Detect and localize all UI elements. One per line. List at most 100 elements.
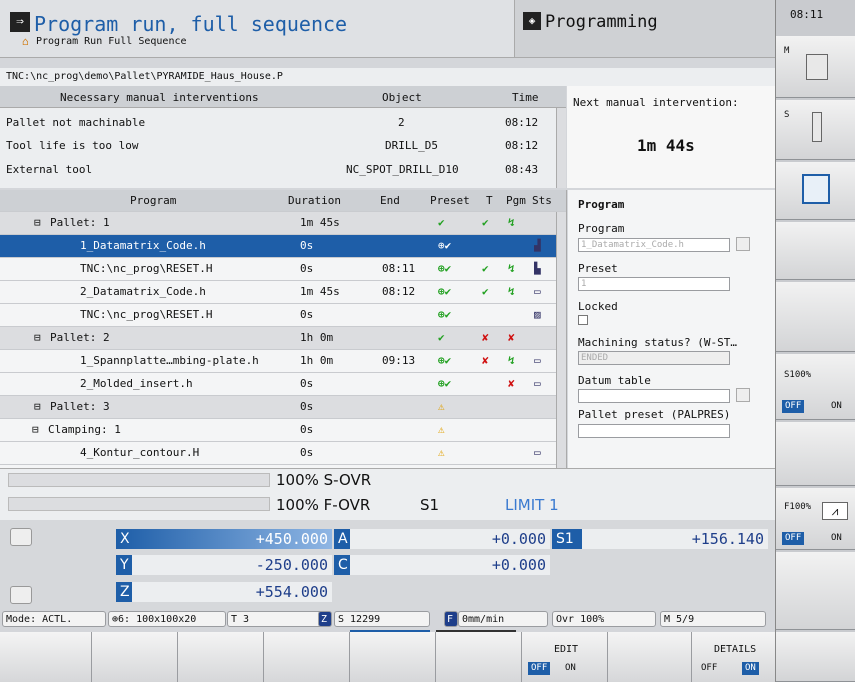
softkey-6[interactable] — [436, 632, 522, 682]
status-label: Machining status? (W-ST… — [578, 336, 737, 349]
m-function-button[interactable]: M — [776, 36, 855, 98]
sidebar-button-5[interactable] — [776, 282, 855, 352]
softkey-2[interactable] — [92, 632, 178, 682]
col-end: End — [380, 194, 400, 207]
softkey-1[interactable] — [0, 632, 92, 682]
collapse-icon[interactable]: ⊟ — [32, 419, 39, 441]
preset-status: ⚠ — [438, 423, 445, 436]
duration: 1h 0m — [300, 354, 334, 367]
pgm-status: ↯ — [508, 262, 515, 275]
program-table: Program Duration End Preset T Pgm Sts ⊟ P… — [0, 190, 567, 468]
softkey-4[interactable] — [264, 632, 350, 682]
softkey-8[interactable] — [608, 632, 692, 682]
browse-program-icon[interactable] — [736, 237, 750, 251]
table-row[interactable]: ⊟ Pallet: 1 1m 45s ✔ ✔ ↯ — [0, 212, 566, 235]
datum-field[interactable] — [578, 389, 730, 403]
duration: 1h 0m — [300, 331, 334, 344]
browse-datum-icon[interactable] — [736, 388, 750, 402]
s-function-button[interactable]: S — [776, 100, 855, 160]
axis-x-value: +450.000 — [255, 530, 328, 548]
tool-status: ✔ — [482, 285, 489, 298]
table-row[interactable]: TNC:\nc_prog\RESET.H 0s 08:11 ⊕✔ ✔ ↯ ▙ — [0, 258, 566, 281]
sts-status: ▭ — [534, 285, 541, 298]
table-row[interactable]: 1_Datamatrix_Code.h 0s ⊕✔ ▟ — [0, 235, 566, 258]
program-name: Pallet: 3 — [50, 400, 110, 413]
program-path: TNC:\nc_prog\demo\Pallet\PYRAMIDE_Haus_H… — [0, 68, 775, 86]
details-title: Program — [578, 198, 625, 211]
sidebar-button-7[interactable] — [776, 422, 855, 486]
tool-status: ✘ — [482, 354, 489, 367]
col-sts: Sts — [532, 194, 552, 207]
preset-field[interactable]: 1 — [578, 277, 730, 291]
s100-label: S100% — [784, 370, 812, 380]
intervention-row-3-time: 08:43 — [505, 163, 539, 176]
table-row[interactable]: 2_Datamatrix_Code.h 1m 45s 08:12 ⊕✔ ✔ ↯ ▭ — [0, 281, 566, 304]
softkey-details[interactable]: DETAILS OFF ON — [692, 632, 776, 682]
locked-checkbox[interactable] — [578, 315, 588, 325]
collapse-icon[interactable]: ⊟ — [34, 396, 41, 418]
interventions-scrollbar[interactable] — [556, 108, 566, 188]
details-label: DETAILS — [714, 644, 757, 655]
col-program: Program — [130, 194, 177, 207]
sts-status: ▭ — [534, 354, 541, 367]
intervention-row-1-object: 2 — [398, 116, 405, 129]
table-row[interactable]: ⊟ Pallet: 3 0s ⚠ — [0, 396, 566, 419]
spindle-override-button[interactable]: S100% OFF ON — [776, 354, 855, 420]
sidebar-button-4[interactable] — [776, 222, 855, 280]
table-row[interactable]: 2_Molded_insert.h 0s ⊕✔ ✘ ▭ — [0, 373, 566, 396]
intervention-row-1-text: Pallet not machinable — [6, 116, 146, 129]
table-row[interactable]: TNC:\nc_prog\RESET.H 0s ⊕✔ ▨ — [0, 304, 566, 327]
pgm-status: ↯ — [508, 354, 515, 367]
duration: 1m 45s — [300, 216, 340, 229]
table-row[interactable]: 4_Kontur_contour.H 0s ⚠ ▭ — [0, 442, 566, 465]
end-time: 08:12 — [382, 285, 416, 298]
m-icon — [806, 54, 828, 80]
intervention-row-2-object: DRILL_D5 — [385, 139, 438, 152]
next-intervention-label: Next manual intervention: — [573, 96, 739, 109]
preset-status: ⊕✔ — [438, 285, 452, 298]
table-row[interactable]: 1_Spannplatte…mbing-plate.h 1h 0m 09:13 ⊕✔ ✘… — [0, 350, 566, 373]
time-header: Time — [512, 91, 539, 104]
handwheel-icon[interactable] — [10, 586, 32, 604]
table-scrollbar[interactable] — [556, 212, 566, 468]
tool-status: ✔ — [482, 216, 489, 229]
feed-override-button[interactable]: F100% ⩘ OFF ON — [776, 488, 855, 550]
col-duration: Duration — [288, 194, 341, 207]
table-row[interactable]: ⊟ Clamping: 1 0s ⚠ — [0, 419, 566, 442]
duration: 0s — [300, 377, 314, 390]
softkey-edit[interactable]: EDIT OFF ON — [522, 632, 608, 682]
s1-indicator: S1 — [420, 496, 440, 514]
axis-z-status: Z — [318, 611, 332, 627]
feed-label-status: F — [444, 611, 458, 627]
table-row[interactable]: ⊟ Pallet: 2 1h 0m ✔ ✘ ✘ — [0, 327, 566, 350]
preset-status: ⚠ — [438, 400, 445, 413]
palpres-label: Pallet preset (PALPRES) — [578, 408, 731, 421]
status-select[interactable]: ENDED — [578, 351, 730, 365]
program-field[interactable]: 1_Datamatrix_Code.h — [578, 238, 730, 252]
softkey-3[interactable] — [178, 632, 264, 682]
program-name: 2_Datamatrix_Code.h — [80, 285, 206, 298]
details-panel: Program Program 1_Datamatrix_Code.h Pres… — [568, 190, 775, 468]
softkey-5[interactable] — [350, 632, 436, 682]
palpres-field[interactable] — [578, 424, 730, 438]
sidebar-button-10[interactable] — [776, 632, 855, 682]
col-pgm: Pgm — [506, 194, 526, 207]
duration: 0s — [300, 423, 314, 436]
axis-icon[interactable] — [10, 528, 32, 546]
clock: 08:11 — [790, 8, 824, 21]
next-intervention-value: 1m 44s — [637, 136, 695, 155]
axis-s1-label: S1 — [552, 529, 582, 549]
pgm-status: ✘ — [508, 377, 515, 390]
collapse-icon[interactable]: ⊟ — [34, 327, 41, 349]
f100-label: F100% — [784, 502, 812, 512]
end-time: 09:13 — [382, 354, 416, 367]
edit-label: EDIT — [554, 644, 579, 655]
machine-button[interactable] — [776, 162, 855, 220]
axis-z-label: Z — [116, 582, 132, 602]
spindle-override-bar — [8, 473, 270, 487]
collapse-icon[interactable]: ⊟ — [34, 212, 41, 234]
sidebar-button-9[interactable] — [776, 552, 855, 630]
spindle-override-text: 100% S-OVR — [276, 471, 372, 489]
edit-on-toggle: ON — [565, 663, 576, 673]
machine-icon — [802, 174, 830, 204]
